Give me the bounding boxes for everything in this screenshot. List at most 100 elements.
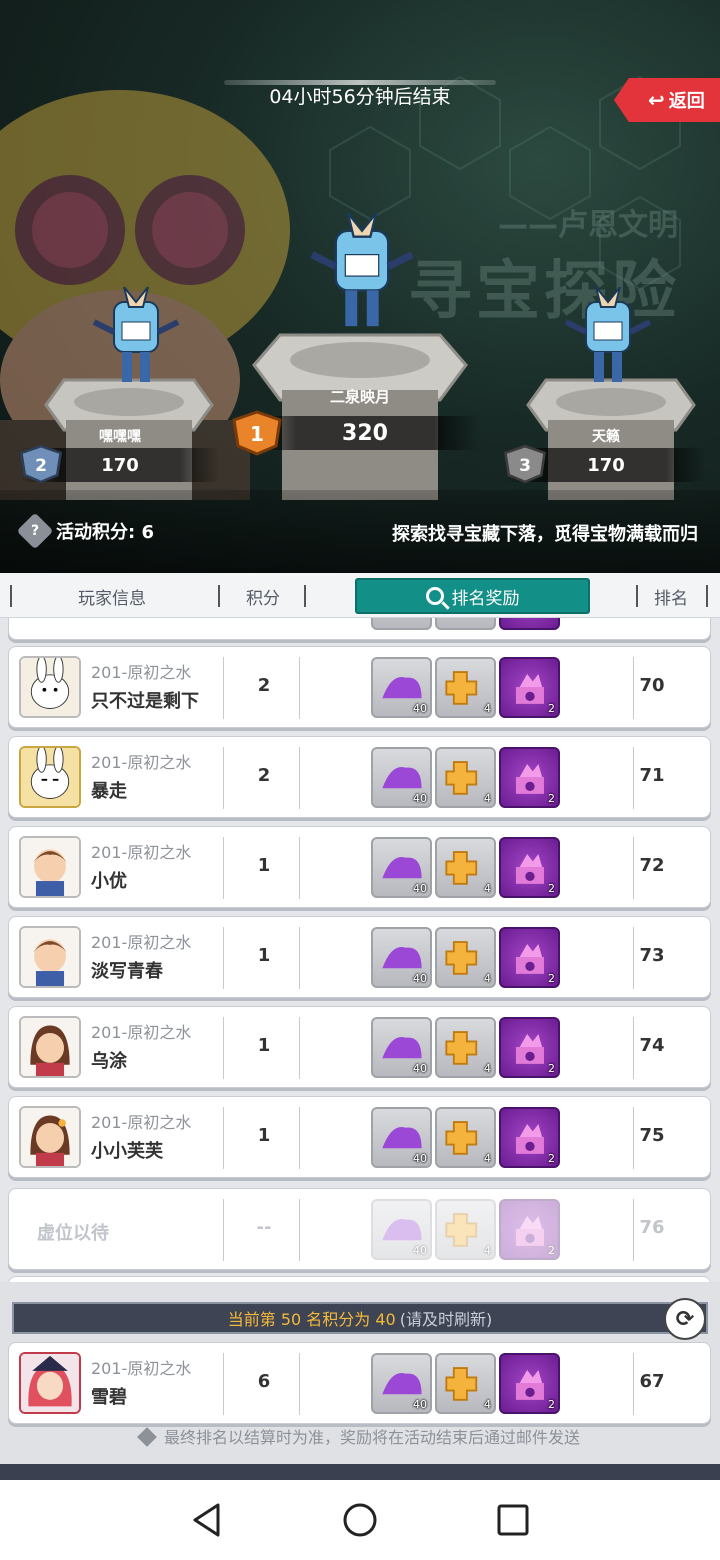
player-server: 201-原初之水 (91, 843, 192, 862)
table-row[interactable]: 201-原初之水 乌涂 1 40 4 2 74 (8, 1006, 711, 1088)
info-diamond-icon (137, 1427, 157, 1447)
purple-ore-item-icon[interactable] (371, 618, 432, 630)
player-score: 1 (257, 1035, 271, 1056)
avatar[interactable] (19, 836, 81, 898)
nav-home-icon[interactable] (342, 1502, 378, 1538)
gold-cube-item-icon[interactable]: 4 (435, 747, 496, 808)
rank-3-badge-icon: 3 (503, 444, 547, 484)
purple-chest-item-icon[interactable]: 2 (499, 747, 560, 808)
table-row[interactable]: 201-原初之水 暴走 2 40 4 2 71 (8, 736, 711, 818)
player-score: 2 (257, 675, 271, 696)
nav-recents-icon[interactable] (496, 1502, 530, 1538)
table-row[interactable]: 201-原初之水 小小芙芙 1 40 4 2 75 (8, 1096, 711, 1178)
activity-points-text: 活动积分: 6 (56, 522, 154, 543)
gold-cube-item-icon[interactable]: 4 (435, 657, 496, 718)
table-row[interactable]: 201-原初之水 小优 1 40 4 2 72 (8, 826, 711, 908)
gold-cube-item-icon[interactable]: 4 (435, 927, 496, 988)
placeholder-label: 虚位以待 (37, 1223, 109, 1244)
purple-chest-item-icon[interactable]: 2 (499, 1017, 560, 1078)
row-divider (299, 657, 300, 719)
refresh-icon: ⟳ (675, 1306, 695, 1332)
purple-ore-item-icon[interactable]: 40 (371, 837, 432, 898)
rank-2-badge-icon: 2 (19, 444, 63, 484)
column-divider (10, 585, 12, 607)
gold-cube-item-icon[interactable]: 4 (435, 1017, 496, 1078)
player-rank: 75 (639, 1125, 665, 1146)
avatar[interactable] (19, 1016, 81, 1078)
purple-ore-item-icon[interactable]: 40 (371, 927, 432, 988)
purple-chest-item-icon[interactable]: 2 (499, 837, 560, 898)
purple-ore-item-icon[interactable]: 40 (371, 1199, 432, 1260)
player-name: 小优 (91, 871, 127, 892)
reward-items: 40 4 2 (371, 1107, 560, 1168)
player-score: 2 (257, 765, 271, 786)
reward-items: 40 4 2 (371, 1199, 560, 1260)
avatar[interactable] (19, 1106, 81, 1168)
placeholder-score: -- (256, 1217, 272, 1238)
purple-ore-item-icon[interactable]: 40 (371, 657, 432, 718)
table-row[interactable]: 201-原初之水 淡写青春 1 40 4 2 73 (8, 916, 711, 998)
gold-cube-item-icon[interactable]: 4 (435, 1199, 496, 1260)
column-divider (636, 585, 638, 607)
event-timer: 04小时56分钟后结束 (269, 86, 451, 108)
podium-character-1 (310, 212, 414, 327)
refresh-button[interactable]: ⟳ (664, 1298, 706, 1340)
bottom-divider (0, 1464, 720, 1480)
gold-cube-item-icon[interactable] (435, 618, 496, 630)
purple-chest-item-icon[interactable]: 2 (499, 927, 560, 988)
podium-name-2: 嘿嘿嘿 (99, 429, 141, 445)
gold-cube-item-icon[interactable]: 4 (435, 1353, 496, 1414)
player-rank: 67 (639, 1371, 665, 1392)
player-name: 雪碧 (91, 1387, 127, 1408)
tab-rank-reward[interactable]: 排名奖励 (355, 578, 590, 614)
my-rank-row[interactable]: 201-原初之水 雪碧 6 40 4 2 67 (8, 1342, 711, 1424)
table-row[interactable] (8, 618, 711, 640)
purple-ore-item-icon[interactable]: 40 (371, 1107, 432, 1168)
player-rank: 70 (639, 675, 665, 696)
gold-cube-item-icon[interactable]: 4 (435, 837, 496, 898)
reward-items (371, 618, 560, 630)
player-name: 暴走 (91, 781, 127, 802)
reward-items: 40 4 2 (371, 747, 560, 808)
avatar[interactable] (19, 1352, 81, 1414)
table-row[interactable]: 201-原初之水 只不过是剩下 2 40 4 2 70 (8, 646, 711, 728)
back-label: 返回 (668, 91, 705, 112)
podium-score-1: 320 (250, 416, 480, 450)
rank-1-badge-icon: 1 (232, 410, 282, 456)
purple-ore-item-icon[interactable]: 40 (371, 1017, 432, 1078)
purple-chest-item-icon[interactable]: 2 (499, 1353, 560, 1414)
avatar[interactable] (19, 926, 81, 988)
help-icon[interactable]: ? (16, 512, 54, 550)
watermark-subtitle: ——卢恩文明 (498, 208, 678, 243)
podium-name-3: 天籁 (592, 429, 620, 445)
purple-chest-item-icon[interactable]: 2 (499, 1107, 560, 1168)
podium-character-3 (564, 286, 652, 382)
purple-ore-item-icon[interactable]: 40 (371, 747, 432, 808)
avatar[interactable] (19, 746, 81, 808)
tab-rank-reward-label: 排名奖励 (451, 588, 520, 609)
reward-items: 40 4 2 (371, 927, 560, 988)
purple-chest-item-icon[interactable]: 2 (499, 1199, 560, 1260)
row-divider (299, 837, 300, 899)
ranking-list[interactable]: 201-原初之水 只不过是剩下 2 40 4 2 70 201-原初之水 暴走 … (0, 618, 720, 1282)
purple-chest-item-icon[interactable]: 2 (499, 657, 560, 718)
podium-character-2 (92, 286, 180, 382)
row-divider (299, 1017, 300, 1079)
svg-text:3: 3 (519, 456, 531, 476)
avatar[interactable] (19, 656, 81, 718)
system-nav-bar (0, 1480, 720, 1560)
podium-name-1: 二泉映月 (329, 388, 390, 406)
back-button[interactable]: ↩ 返回 (614, 78, 720, 122)
column-divider (304, 585, 306, 607)
nav-back-icon[interactable] (190, 1502, 224, 1538)
player-score: 1 (257, 855, 271, 876)
purple-ore-item-icon[interactable]: 40 (371, 1353, 432, 1414)
purple-chest-item-icon[interactable] (499, 618, 560, 630)
player-server: 201-原初之水 (91, 933, 192, 952)
reward-items: 40 4 2 (371, 1017, 560, 1078)
column-divider (218, 585, 220, 607)
player-score: 1 (257, 1125, 271, 1146)
activity-points[interactable]: ? 活动积分: 6 (16, 512, 154, 550)
gold-cube-item-icon[interactable]: 4 (435, 1107, 496, 1168)
row-divider (299, 927, 300, 989)
